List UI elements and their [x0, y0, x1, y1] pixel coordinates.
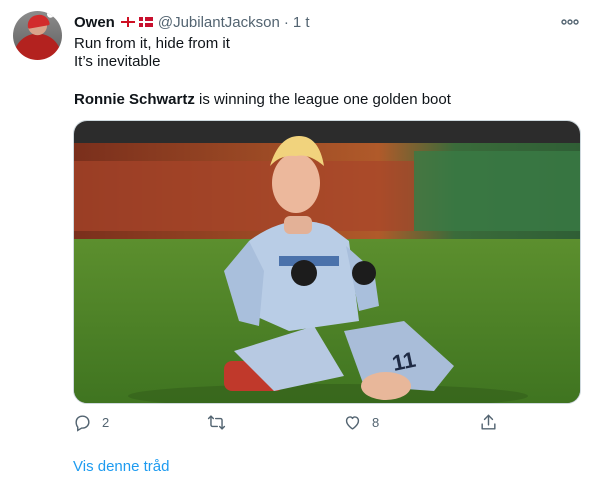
football-player-photo: 11: [74, 121, 580, 403]
author-handle[interactable]: @JubilantJackson: [158, 14, 280, 31]
reply-icon: [75, 415, 90, 432]
tweet-actions: 2 8: [73, 413, 503, 437]
england-flag-icon: [120, 17, 135, 27]
tweet-text-line-1: Run from it, hide from it: [74, 35, 230, 52]
separator: ·: [283, 13, 289, 31]
author-name[interactable]: Owen: [74, 14, 115, 31]
like-count: 8: [372, 415, 380, 430]
share-icon: [481, 414, 496, 430]
mentioned-player-name: Ronnie Schwartz: [74, 91, 195, 108]
tweet-text: Run from it, hide from it It’s inevitabl…: [74, 35, 230, 71]
retweet-button[interactable]: [207, 413, 236, 432]
like-icon: [345, 416, 360, 430]
tweet-text-line-3: Ronnie Schwartz is winning the league on…: [74, 91, 451, 109]
share-button[interactable]: [479, 413, 498, 432]
like-button[interactable]: 8: [343, 413, 379, 432]
tweet-photo[interactable]: 11: [73, 120, 581, 404]
avatar[interactable]: [13, 11, 62, 60]
tweet-text-line-2: It’s inevitable: [74, 53, 161, 70]
denmark-flag-icon: [138, 17, 153, 27]
tweet-header: Owen @JubilantJackson · 1 t: [74, 12, 310, 32]
retweet-icon: [207, 415, 226, 430]
timestamp[interactable]: 1 t: [293, 14, 310, 31]
more-horizontal-icon: [561, 19, 579, 25]
author-flags: [117, 17, 153, 27]
more-options-button[interactable]: [560, 12, 580, 32]
reply-button[interactable]: 2: [73, 413, 109, 432]
santa-hat-decoration: [26, 13, 50, 29]
show-thread-link[interactable]: Vis denne tråd: [73, 458, 169, 475]
tweet-text-line-3-rest: is winning the league one golden boot: [194, 91, 451, 108]
reply-count: 2: [102, 415, 110, 430]
